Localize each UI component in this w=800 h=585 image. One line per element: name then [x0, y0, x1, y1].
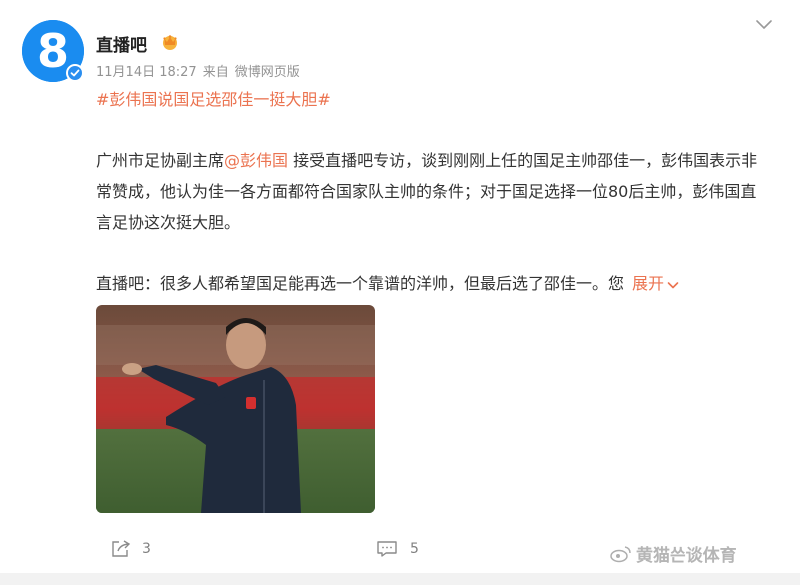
post-body: 广州市足协副主席@彭伟国 接受直播吧专访，谈到刚刚上任的国足主帅邵佳一，彭伟国表…: [96, 145, 772, 238]
share-count: 3: [142, 541, 151, 557]
hashtag-link[interactable]: #彭伟国说国足选邵佳一挺大胆#: [96, 86, 331, 110]
watermark-text: 黄猫쓴谈体育: [636, 546, 737, 566]
chevron-down-icon: [667, 281, 679, 288]
svg-text:8: 8: [37, 24, 69, 78]
body-text-2: 直播吧：很多人都希望国足能再选一个靠谱的洋帅，但最后选了邵佳一。您: [96, 274, 625, 293]
comment-icon: [377, 541, 397, 557]
expand-label: 展开: [632, 274, 665, 293]
username[interactable]: 直播吧: [96, 31, 147, 56]
chevron-down-icon[interactable]: [754, 14, 774, 34]
source: 微博网页版: [234, 65, 300, 80]
verified-icon: [66, 64, 84, 82]
post-footer: 3 5 黄猫쓴谈体育: [0, 530, 800, 570]
source-prefix: 来自: [202, 65, 229, 80]
avatar[interactable]: 8: [22, 20, 84, 82]
expand-link[interactable]: 展开: [632, 274, 680, 293]
weibo-post-card: 8 直播吧 11月14日 18:27 来自 微博网页版 #彭伟国说国足选邵佳一挺…: [0, 0, 800, 585]
post-image[interactable]: [96, 305, 375, 513]
mention-link[interactable]: @彭伟国: [224, 151, 288, 170]
post-body-more: 直播吧：很多人都希望国足能再选一个靠谱的洋帅，但最后选了邵佳一。您 展开: [96, 268, 772, 299]
timestamp[interactable]: 11月14日 18:27: [96, 61, 197, 80]
share-button[interactable]: 3: [110, 539, 151, 559]
comment-count: 5: [410, 541, 419, 557]
bottom-divider: [0, 573, 800, 585]
comment-button[interactable]: 5: [376, 539, 419, 559]
post-meta: 11月14日 18:27 来自 微博网页版: [96, 61, 300, 80]
body-text-pre: 广州市足协副主席: [96, 151, 225, 170]
watermark: 黄猫쓴谈体育: [610, 541, 737, 566]
crown-icon: [163, 35, 177, 50]
weibo-logo-icon: [610, 545, 631, 562]
share-icon: [112, 540, 131, 557]
coach-photo: [96, 305, 375, 513]
